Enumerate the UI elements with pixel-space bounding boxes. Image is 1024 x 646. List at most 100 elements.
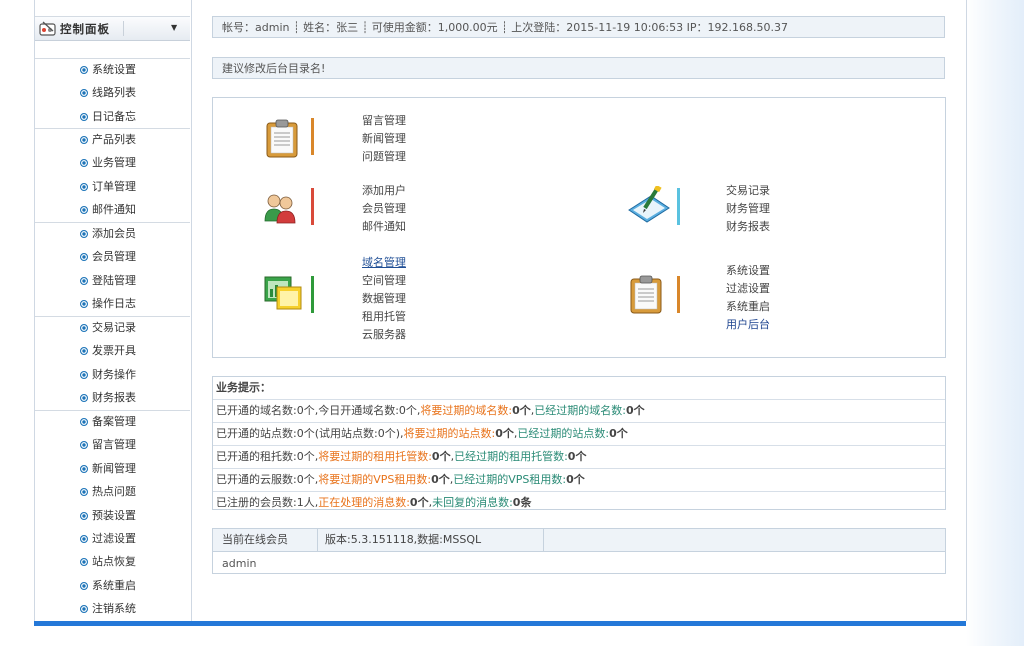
business-tips-table: 业务提示： 已开通的域名数:0个,今日开通域名数:0个,将要过期的域名数:0个,…	[212, 376, 946, 510]
sidebar-item-label: 备案管理	[92, 415, 136, 428]
online-header-row: 当前在线会员 版本:5.3.151118,数据:MSSQL	[213, 529, 945, 552]
bullet-icon	[80, 89, 88, 98]
tip-segment: 已开通的域名数:0个,今日开通域名数:0个,	[216, 404, 421, 417]
sidebar-item[interactable]: 登陆管理	[80, 273, 136, 289]
sidebar-item[interactable]: 日记备忘	[80, 109, 136, 125]
sidebar-item[interactable]: 注销系统	[80, 601, 136, 617]
bullet-icon	[80, 558, 88, 567]
quick-link[interactable]: 财务报表	[726, 218, 770, 236]
sidebar-item-label: 操作日志	[92, 297, 136, 311]
quick-link[interactable]: 过滤设置	[726, 280, 770, 298]
quick-link[interactable]: 域名管理	[362, 254, 406, 272]
online-user-row: admin	[222, 557, 257, 570]
bullet-icon	[80, 605, 88, 614]
sidebar-item[interactable]: 产品列表	[80, 132, 136, 148]
sidebar-item[interactable]: 留言管理	[80, 437, 136, 453]
bullet-icon	[80, 182, 88, 191]
users-links: 添加用户 会员管理 邮件通知	[362, 182, 406, 236]
bullet-icon	[80, 464, 88, 473]
sidebar-item-label: 财务报表	[92, 391, 136, 405]
online-members-label: 当前在线会员	[222, 533, 288, 546]
quick-link[interactable]: 会员管理	[362, 200, 406, 218]
quick-link[interactable]: 财务管理	[726, 200, 770, 218]
quick-link[interactable]: 邮件通知	[362, 218, 406, 236]
quick-link[interactable]: 留言管理	[362, 112, 406, 130]
quick-link[interactable]: 系统重启	[726, 298, 770, 316]
bullet-icon	[80, 418, 88, 426]
tip-segment: 0个	[609, 427, 628, 440]
messages-accent-bar	[311, 118, 314, 155]
bullet-icon	[80, 300, 88, 309]
tip-segment: 0条	[512, 496, 532, 509]
tip-segment: 0个	[626, 404, 645, 417]
tip-segment: 将要过期的VPS租用数:	[318, 473, 432, 486]
bullet-icon	[80, 206, 88, 215]
tip-segment: 0个	[567, 450, 587, 463]
sidebar-item[interactable]: 邮件通知	[80, 202, 136, 218]
quick-link[interactable]: 数据管理	[362, 290, 406, 308]
online-col-divider	[543, 529, 544, 551]
tip-segment: 已经过期的站点数:	[517, 427, 610, 440]
sidebar-item[interactable]: 添加会员	[80, 226, 136, 242]
sidebar-item[interactable]: 系统重启	[80, 578, 136, 594]
sidebar-item-label: 新闻管理	[92, 461, 136, 475]
tip-row: 已开通的域名数:0个,今日开通域名数:0个,将要过期的域名数:0个,已经过期的域…	[213, 400, 945, 423]
control-panel-header[interactable]: 控制面板 ▼	[35, 16, 190, 41]
bullet-icon	[80, 253, 88, 262]
bullet-icon	[80, 441, 88, 450]
bullet-icon	[80, 535, 88, 543]
sidebar-item[interactable]: 交易记录	[80, 320, 136, 336]
bullet-icon	[80, 112, 88, 121]
quick-link[interactable]: 新闻管理	[362, 130, 406, 148]
quick-link[interactable]: 用户后台	[726, 316, 770, 334]
quick-links-panel: 留言管理 新闻管理 问题管理 添加用户 会员管理 邮件通知 域名管理 空间管理 数据管理 租用…	[212, 97, 946, 358]
tip-row: 已注册的会员数:1人,正在处理的消息数:0个,未回复的消息数:0条	[213, 492, 945, 514]
sidebar-item-label: 财务操作	[92, 367, 136, 381]
sidebar-item-label: 系统设置	[92, 63, 136, 76]
quick-link[interactable]: 问题管理	[362, 148, 406, 166]
sidebar-item-label: 日记备忘	[92, 109, 136, 123]
sidebar-item[interactable]: 会员管理	[80, 249, 136, 265]
tip-segment: 已经过期的VPS租用数:	[453, 473, 567, 486]
online-members-table: 当前在线会员 版本:5.3.151118,数据:MSSQL admin	[212, 528, 946, 574]
sidebar-item[interactable]: 过滤设置	[80, 531, 136, 547]
sidebar-item[interactable]: 热点问题	[80, 484, 136, 500]
sidebar-group	[35, 410, 190, 411]
tip-segment: 已注册的会员数:1人,	[216, 496, 319, 509]
sidebar-item[interactable]: 线路列表	[80, 85, 136, 101]
bullet-icon	[80, 581, 88, 590]
quick-link[interactable]: 租用托管	[362, 308, 406, 326]
sidebar-item[interactable]: 系统设置	[80, 62, 136, 78]
quick-link[interactable]: 系统设置	[726, 262, 770, 280]
sidebar-item-label: 会员管理	[92, 250, 136, 264]
messages-links: 留言管理 新闻管理 问题管理	[362, 112, 406, 166]
main-frame: 控制面板 ▼ 系统设置 线路列表 日记备忘 产品列表 业务管理 订单管理 邮件通知 添加会员会…	[34, 0, 967, 621]
quick-link[interactable]: 交易记录	[726, 182, 770, 200]
system-accent-bar	[677, 276, 680, 313]
tip-segment: 0个	[431, 473, 450, 486]
sidebar-item[interactable]: 业务管理	[80, 155, 136, 171]
sidebar-item-label: 邮件通知	[92, 203, 136, 217]
sidebar-item[interactable]: 操作日志	[80, 296, 136, 312]
system-clipboard-icon	[630, 275, 662, 314]
sidebar-item[interactable]: 发票开具	[80, 343, 136, 359]
quick-link[interactable]: 云服务器	[362, 326, 406, 344]
chart-window-icon	[264, 276, 302, 310]
tip-row: 已开通的租托数:0个,将要过期的租用托管数:0个,已经过期的租用托管数:0个	[213, 446, 945, 469]
sidebar-item[interactable]: 新闻管理	[80, 461, 136, 477]
control-panel-title: 控制面板	[60, 22, 110, 36]
tip-segment: 0个	[409, 496, 429, 509]
online-col-divider	[317, 529, 318, 551]
dropdown-arrow-icon[interactable]: ▼	[171, 23, 177, 32]
tip-row: 已开通的云服数:0个,将要过期的VPS租用数:0个,已经过期的VPS租用数:0个	[213, 469, 945, 492]
quick-link[interactable]: 空间管理	[362, 272, 406, 290]
sidebar-item[interactable]: 财务操作	[80, 367, 136, 383]
sidebar-item[interactable]: 站点恢复	[80, 554, 136, 570]
sidebar-item[interactable]: 财务报表	[80, 390, 136, 406]
sidebar-item[interactable]: 预装设置	[80, 508, 136, 524]
sidebar-item-label: 系统重启	[92, 578, 136, 592]
sidebar-item[interactable]: 备案管理	[80, 414, 136, 430]
sidebar-item[interactable]: 订单管理	[80, 179, 136, 195]
sidebar-item-label: 站点恢复	[92, 555, 136, 569]
quick-link[interactable]: 添加用户	[362, 182, 406, 200]
